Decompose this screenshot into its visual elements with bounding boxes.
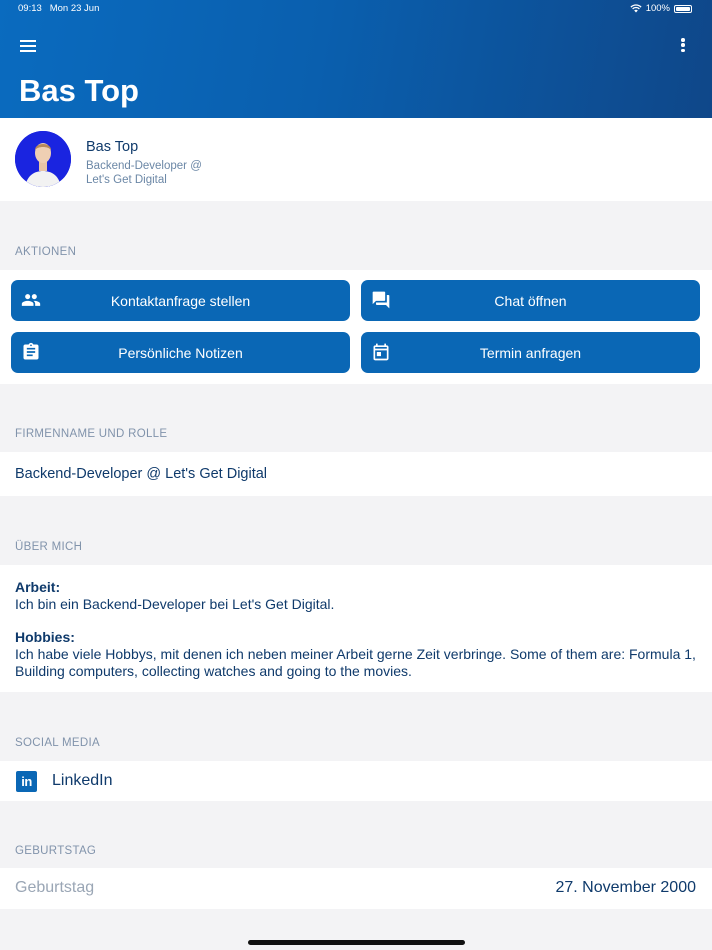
about-work-heading: Arbeit: (15, 579, 61, 595)
section-label-actions: AKTIONEN (15, 246, 77, 258)
about-work: Arbeit: Ich bin ein Backend-Developer be… (15, 579, 705, 613)
social-panel[interactable]: in LinkedIn (0, 761, 712, 801)
status-bar-right: 100% (630, 3, 692, 14)
open-chat-label: Chat öffnen (494, 292, 567, 309)
about-hobbies: Hobbies: Ich habe viele Hobbys, mit dene… (15, 629, 705, 680)
battery-percent: 100% (645, 3, 670, 14)
profile-role: Backend-Developer @ Let's Get Digital (86, 160, 202, 186)
company-panel: Backend-Developer @ Let's Get Digital (0, 452, 712, 496)
request-appointment-button[interactable]: Termin anfragen (361, 332, 700, 373)
contact-request-label: Kontaktanfrage stellen (110, 292, 251, 309)
section-label-company: FIRMENNAME UND ROLLE (15, 428, 168, 440)
menu-icon[interactable] (20, 40, 36, 52)
about-hobbies-text: Ich habe viele Hobbys, mit denen ich neb… (15, 646, 696, 679)
about-panel: Arbeit: Ich bin ein Backend-Developer be… (0, 565, 712, 692)
profile-card: Bas Top Backend-Developer @ Let's Get Di… (0, 118, 712, 201)
app-header: 09:13 Mon 23 Jun 100% Bas Top (0, 0, 712, 118)
birthday-panel: Geburtstag 27. November 2000 (0, 868, 712, 909)
wifi-icon (630, 4, 642, 13)
section-label-social: SOCIAL MEDIA (15, 737, 100, 749)
birthday-value: 27. November 2000 (555, 879, 696, 896)
company-role-value: Backend-Developer @ Let's Get Digital (15, 466, 268, 482)
open-chat-button[interactable]: Chat öffnen (361, 280, 700, 321)
about-work-text: Ich bin ein Backend-Developer bei Let's … (15, 596, 335, 612)
personal-notes-label: Persönliche Notizen (118, 344, 243, 361)
people-icon (21, 290, 41, 310)
section-label-about: ÜBER MICH (15, 541, 83, 553)
about-hobbies-heading: Hobbies: (15, 629, 75, 645)
more-vertical-icon[interactable] (681, 38, 685, 52)
home-indicator[interactable] (248, 940, 465, 945)
profile-name: Bas Top (86, 139, 139, 155)
actions-panel: Kontaktanfrage stellen Chat öffnen Persö… (0, 270, 712, 384)
battery-icon (674, 4, 692, 13)
personal-notes-button[interactable]: Persönliche Notizen (11, 332, 350, 373)
clipboard-icon (21, 342, 41, 362)
linkedin-link[interactable]: LinkedIn (52, 772, 113, 790)
linkedin-icon: in (16, 771, 37, 792)
status-bar-time: 09:13 Mon 23 Jun (18, 3, 100, 14)
section-label-birthday: GEBURTSTAG (15, 845, 97, 857)
calendar-icon (371, 342, 391, 362)
birthday-field-label: Geburtstag (15, 879, 95, 896)
request-appointment-label: Termin anfragen (479, 344, 582, 361)
contact-request-button[interactable]: Kontaktanfrage stellen (11, 280, 350, 321)
chat-icon (371, 290, 391, 310)
page-title: Bas Top (19, 73, 139, 108)
avatar (15, 131, 71, 187)
